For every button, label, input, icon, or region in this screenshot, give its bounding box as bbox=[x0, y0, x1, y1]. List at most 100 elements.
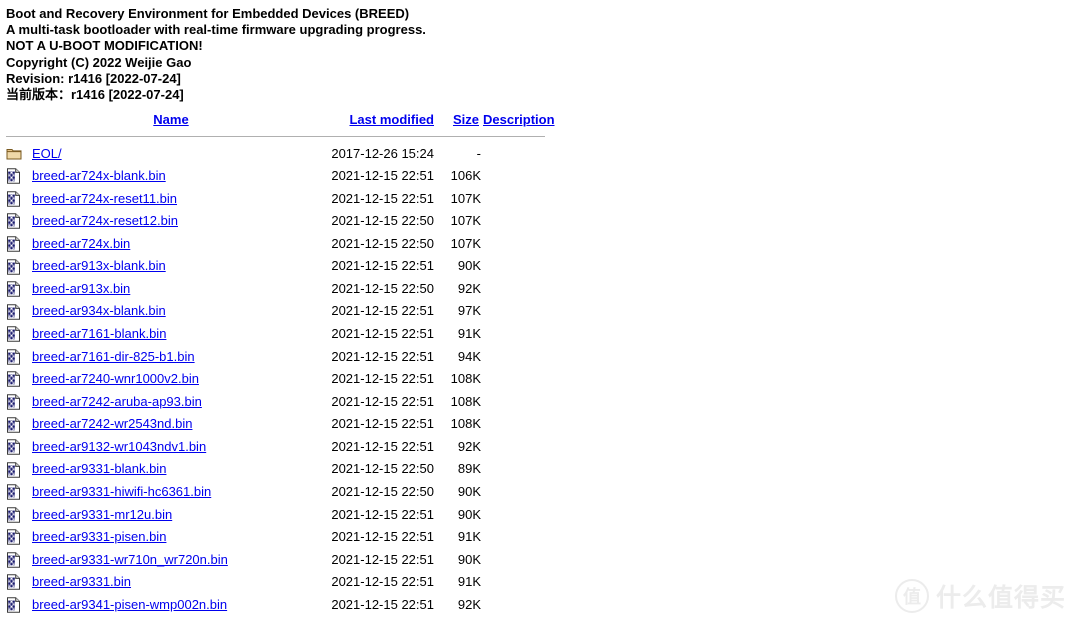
row-size-cell: 107K bbox=[450, 190, 481, 206]
row-icon-cell bbox=[6, 593, 32, 616]
file-link[interactable]: breed-ar7242-wr2543nd.bin bbox=[32, 416, 192, 431]
directory-link[interactable]: EOL/ bbox=[32, 146, 62, 161]
row-name-cell: breed-ar724x-reset12.bin bbox=[32, 210, 310, 233]
banner-line-title: Boot and Recovery Environment for Embedd… bbox=[6, 6, 410, 21]
row-last-modified-cell: 2021-12-15 22:51 bbox=[331, 551, 434, 567]
table-row: breed-ar7242-aruba-ap93.bin 2021-12-15 22… bbox=[6, 390, 555, 413]
sort-by-date-link[interactable]: Last modified bbox=[349, 112, 434, 127]
row-size-cell: 92K bbox=[457, 438, 481, 454]
row-icon-cell bbox=[6, 187, 32, 210]
file-rows-body: EOL/2017-12-26 15:24 - breed-ar724x-blank.… bbox=[6, 142, 555, 616]
banner-line-revision: Revision: r1416 [2022-07-24] bbox=[6, 70, 181, 86]
table-row: breed-ar724x-reset11.bin 2021-12-15 22:51… bbox=[6, 187, 555, 210]
row-name-cell: breed-ar9132-wr1043ndv1.bin bbox=[32, 436, 310, 459]
binary-file-icon bbox=[6, 346, 26, 368]
row-last-modified-cell: 2021-12-15 22:51 bbox=[331, 529, 434, 545]
row-name-cell: breed-ar724x.bin bbox=[32, 232, 310, 255]
table-row: breed-ar724x-blank.bin 2021-12-15 22:51 10… bbox=[6, 165, 555, 188]
file-link[interactable]: breed-ar9331-mr12u.bin bbox=[32, 507, 172, 522]
row-name-cell: breed-ar913x-blank.bin bbox=[32, 255, 310, 278]
row-name-cell: breed-ar7242-wr2543nd.bin bbox=[32, 413, 310, 436]
row-name-cell: breed-ar724x-reset11.bin bbox=[32, 187, 310, 210]
row-last-modified-cell: 2021-12-15 22:51 bbox=[331, 596, 434, 612]
header-rule-row bbox=[6, 131, 555, 142]
row-description-cell bbox=[483, 165, 555, 188]
page-banner: Boot and Recovery Environment for Embedd… bbox=[0, 0, 1080, 103]
row-icon-cell bbox=[6, 255, 32, 278]
row-last-modified-cell: 2021-12-15 22:51 bbox=[331, 168, 434, 184]
table-row: breed-ar9331-wr710n_wr720n.bin 2021-12-15… bbox=[6, 548, 555, 571]
row-icon-cell bbox=[6, 142, 32, 165]
row-size-cell: 107K bbox=[450, 213, 481, 229]
file-link[interactable]: breed-ar913x-blank.bin bbox=[32, 258, 166, 273]
file-link[interactable]: breed-ar9132-wr1043ndv1.bin bbox=[32, 439, 206, 454]
row-description-cell bbox=[483, 571, 555, 594]
file-link[interactable]: breed-ar9331-pisen.bin bbox=[32, 529, 166, 544]
file-link[interactable]: breed-ar934x-blank.bin bbox=[32, 303, 166, 318]
table-row: EOL/2017-12-26 15:24 - bbox=[6, 142, 555, 165]
file-link[interactable]: breed-ar7161-blank.bin bbox=[32, 326, 166, 341]
row-size-cell: 92K bbox=[457, 280, 481, 296]
file-link[interactable]: breed-ar724x.bin bbox=[32, 236, 130, 251]
file-link[interactable]: breed-ar724x-reset11.bin bbox=[32, 191, 177, 206]
row-icon-cell bbox=[6, 503, 32, 526]
column-header-icon bbox=[6, 109, 32, 131]
row-icon-cell bbox=[6, 526, 32, 549]
binary-file-icon bbox=[6, 278, 26, 300]
row-name-cell: breed-ar9331-wr710n_wr720n.bin bbox=[32, 548, 310, 571]
row-name-cell: breed-ar9331-mr12u.bin bbox=[32, 503, 310, 526]
banner-line-notice: NOT A U-BOOT MODIFICATION! bbox=[6, 38, 203, 54]
binary-file-icon bbox=[6, 188, 26, 210]
binary-file-icon bbox=[6, 368, 26, 390]
table-row: breed-ar9331.bin 2021-12-15 22:51 91K bbox=[6, 571, 555, 594]
row-name-cell: breed-ar7240-wnr1000v2.bin bbox=[32, 368, 310, 391]
row-size-cell: - bbox=[476, 145, 481, 161]
folder-icon bbox=[6, 143, 26, 165]
table-row: breed-ar724x-reset12.bin 2021-12-15 22:50… bbox=[6, 210, 555, 233]
file-link[interactable]: breed-ar9341-pisen-wmp002n.bin bbox=[32, 597, 227, 612]
binary-file-icon bbox=[6, 436, 26, 458]
row-description-cell bbox=[483, 390, 555, 413]
row-description-cell bbox=[483, 368, 555, 391]
column-header-name: Name bbox=[32, 109, 310, 131]
file-link[interactable]: breed-ar724x-blank.bin bbox=[32, 168, 166, 183]
row-last-modified-cell: 2021-12-15 22:51 bbox=[331, 326, 434, 341]
row-description-cell bbox=[483, 255, 555, 278]
horizontal-rule bbox=[6, 136, 545, 138]
binary-file-icon bbox=[6, 391, 26, 413]
binary-file-icon bbox=[6, 549, 26, 571]
sort-by-name-link[interactable]: Name bbox=[153, 112, 188, 127]
file-link[interactable]: breed-ar9331-blank.bin bbox=[32, 461, 166, 476]
file-link[interactable]: breed-ar7242-aruba-ap93.bin bbox=[32, 394, 202, 409]
file-link[interactable]: breed-ar7161-dir-825-b1.bin bbox=[32, 349, 195, 364]
table-row: breed-ar9331-blank.bin 2021-12-15 22:50 89… bbox=[6, 458, 555, 481]
sort-by-size-link[interactable]: Size bbox=[453, 112, 479, 127]
row-description-cell bbox=[483, 413, 555, 436]
row-size-cell: 90K bbox=[457, 551, 481, 567]
row-last-modified-cell: 2021-12-15 22:51 bbox=[331, 574, 434, 590]
binary-file-icon bbox=[6, 233, 26, 255]
row-description-cell bbox=[483, 436, 555, 459]
row-name-cell: breed-ar9331-pisen.bin bbox=[32, 526, 310, 549]
row-last-modified-cell: 2021-12-15 22:50 bbox=[331, 461, 434, 477]
row-icon-cell bbox=[6, 390, 32, 413]
file-link[interactable]: breed-ar724x-reset12.bin bbox=[32, 213, 178, 228]
row-last-modified-cell: 2021-12-15 22:51 bbox=[331, 371, 434, 387]
row-size-cell: 91K bbox=[457, 529, 481, 545]
row-size-cell: 90K bbox=[457, 506, 481, 522]
binary-file-icon bbox=[6, 256, 26, 278]
file-link[interactable]: breed-ar9331-wr710n_wr720n.bin bbox=[32, 552, 228, 567]
row-description-cell bbox=[483, 503, 555, 526]
row-icon-cell bbox=[6, 165, 32, 188]
row-name-cell: breed-ar724x-blank.bin bbox=[32, 165, 310, 188]
file-link[interactable]: breed-ar7240-wnr1000v2.bin bbox=[32, 371, 199, 386]
file-link[interactable]: breed-ar9331.bin bbox=[32, 574, 131, 589]
file-link[interactable]: breed-ar9331-hiwifi-hc6361.bin bbox=[32, 484, 211, 499]
sort-by-description-link[interactable]: Description bbox=[483, 112, 555, 127]
row-last-modified-cell: 2021-12-15 22:50 bbox=[331, 280, 434, 296]
banner-line-revision-cn: 当前版本：r1416 [2022-07-24] bbox=[6, 87, 184, 103]
row-last-modified-cell: 2021-12-15 22:50 bbox=[331, 483, 434, 499]
row-name-cell: breed-ar9341-pisen-wmp002n.bin bbox=[32, 593, 310, 616]
file-link[interactable]: breed-ar913x.bin bbox=[32, 281, 130, 296]
row-size-cell: 92K bbox=[457, 596, 481, 612]
